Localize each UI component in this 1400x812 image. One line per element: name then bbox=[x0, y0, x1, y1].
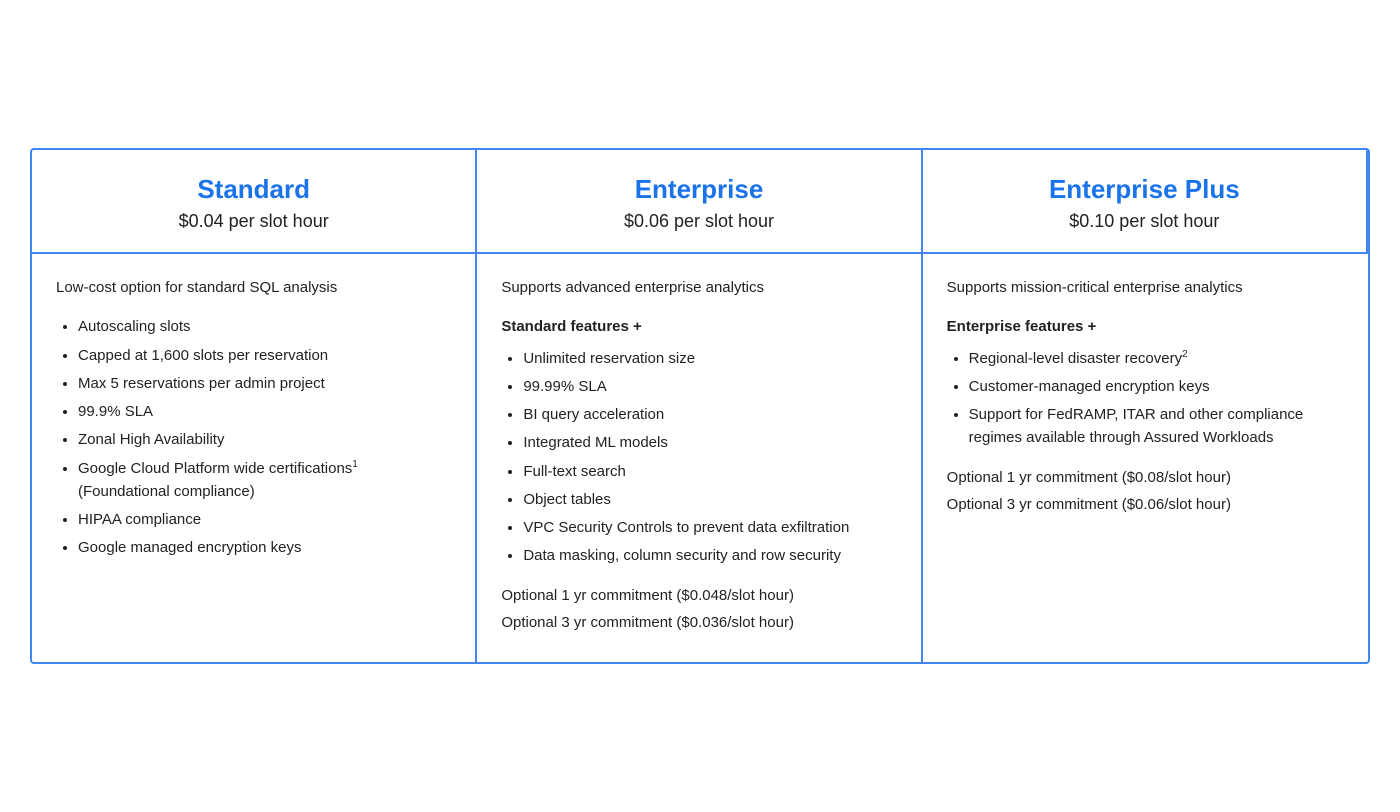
enterprise-commitment-1yr: Optional 1 yr commitment ($0.048/slot ho… bbox=[501, 584, 896, 607]
standard-header: Standard $0.04 per slot hour bbox=[32, 150, 477, 254]
list-item: Capped at 1,600 slots per reservation bbox=[78, 344, 451, 367]
list-item: Integrated ML models bbox=[523, 431, 896, 454]
list-item: Support for FedRAMP, ITAR and other comp… bbox=[969, 403, 1344, 450]
list-item: Google Cloud Platform wide certification… bbox=[78, 457, 451, 504]
enterprise-plus-header: Enterprise Plus $0.10 per slot hour bbox=[923, 150, 1368, 254]
enterprise-header: Enterprise $0.06 per slot hour bbox=[477, 150, 922, 254]
enterprise-feature-list: Unlimited reservation size 99.99% SLA BI… bbox=[501, 347, 896, 568]
list-item: 99.99% SLA bbox=[523, 375, 896, 398]
enterprise-plus-plan-price: $0.10 per slot hour bbox=[943, 211, 1346, 232]
list-item: Zonal High Availability bbox=[78, 428, 451, 451]
list-item: Regional-level disaster recovery2 bbox=[969, 347, 1344, 370]
enterprise-plan-name: Enterprise bbox=[497, 174, 900, 205]
standard-description: Low-cost option for standard SQL analysi… bbox=[56, 276, 451, 299]
enterprise-plus-feature-list: Regional-level disaster recovery2 Custom… bbox=[947, 347, 1344, 450]
list-item: BI query acceleration bbox=[523, 403, 896, 426]
comparison-table: Standard $0.04 per slot hour Enterprise … bbox=[30, 148, 1370, 664]
enterprise-plus-features-header: Enterprise features + bbox=[947, 315, 1344, 338]
enterprise-plus-description: Supports mission-critical enterprise ana… bbox=[947, 276, 1344, 299]
enterprise-description: Supports advanced enterprise analytics bbox=[501, 276, 896, 299]
enterprise-features-header: Standard features + bbox=[501, 315, 896, 338]
list-item: VPC Security Controls to prevent data ex… bbox=[523, 516, 896, 539]
list-item: Customer-managed encryption keys bbox=[969, 375, 1344, 398]
enterprise-plus-plan-name: Enterprise Plus bbox=[943, 174, 1346, 205]
list-item: Max 5 reservations per admin project bbox=[78, 372, 451, 395]
standard-feature-list: Autoscaling slots Capped at 1,600 slots … bbox=[56, 315, 451, 559]
standard-plan-price: $0.04 per slot hour bbox=[52, 211, 455, 232]
standard-plan-name: Standard bbox=[52, 174, 455, 205]
list-item: HIPAA compliance bbox=[78, 508, 451, 531]
list-item: 99.9% SLA bbox=[78, 400, 451, 423]
list-item: Autoscaling slots bbox=[78, 315, 451, 338]
standard-body: Low-cost option for standard SQL analysi… bbox=[32, 254, 477, 662]
list-item: Google managed encryption keys bbox=[78, 536, 451, 559]
list-item: Data masking, column security and row se… bbox=[523, 544, 896, 567]
list-item: Object tables bbox=[523, 488, 896, 511]
list-item: Full-text search bbox=[523, 460, 896, 483]
enterprise-body: Supports advanced enterprise analytics S… bbox=[477, 254, 922, 662]
enterprise-commitment-3yr: Optional 3 yr commitment ($0.036/slot ho… bbox=[501, 611, 896, 634]
list-item: Unlimited reservation size bbox=[523, 347, 896, 370]
enterprise-plus-body: Supports mission-critical enterprise ana… bbox=[923, 254, 1368, 662]
enterprise-plan-price: $0.06 per slot hour bbox=[497, 211, 900, 232]
enterprise-plus-commitment-1yr: Optional 1 yr commitment ($0.08/slot hou… bbox=[947, 466, 1344, 489]
enterprise-plus-commitment-3yr: Optional 3 yr commitment ($0.06/slot hou… bbox=[947, 493, 1344, 516]
